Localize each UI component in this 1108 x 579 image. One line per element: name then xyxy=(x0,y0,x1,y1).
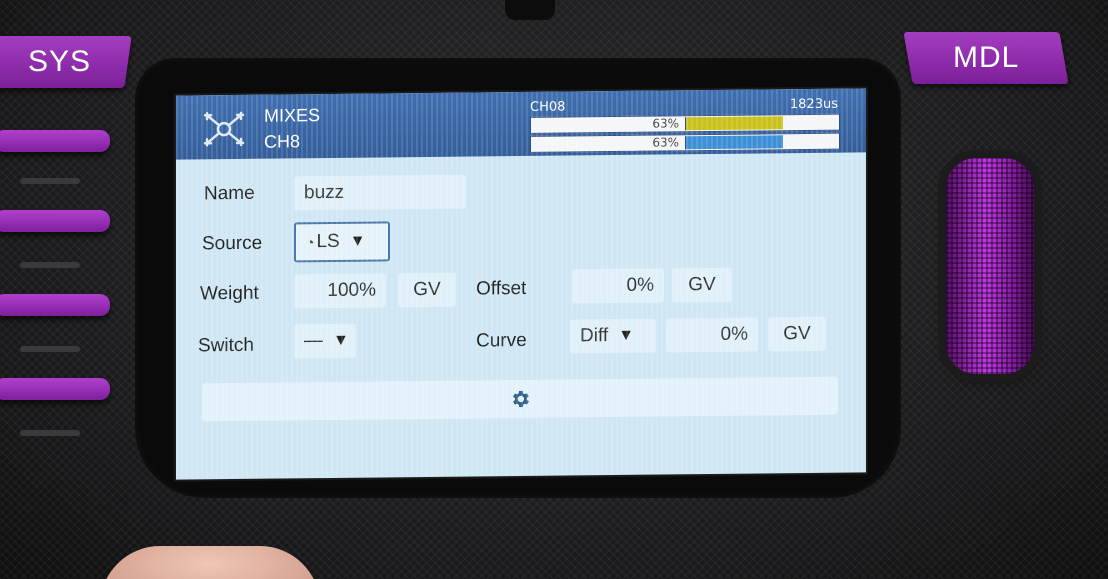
mdl-hardware-button[interactable]: MDL xyxy=(903,32,1069,84)
side-key-3-label xyxy=(20,346,80,352)
page-subtitle: CH8 xyxy=(264,131,301,152)
curve-gv-label: GV xyxy=(783,322,811,345)
curve-gv-button[interactable]: GV xyxy=(768,316,826,352)
screen-header: MIXES CH8 CH08 1823us 63% 63% xyxy=(176,88,866,160)
weight-gv-button[interactable]: GV xyxy=(398,272,456,308)
bar-2-percent: 63% xyxy=(652,135,679,150)
gear-icon xyxy=(513,390,529,408)
name-value: buzz xyxy=(304,181,345,204)
offset-value: 0% xyxy=(626,274,654,296)
bar-1-percent: 63% xyxy=(652,116,679,131)
advanced-settings-button[interactable] xyxy=(202,376,838,422)
side-key-4-label xyxy=(20,430,80,436)
mixer-logo-icon[interactable] xyxy=(194,103,254,156)
switch-select[interactable]: — ▼ xyxy=(294,323,356,359)
weight-field[interactable]: 100% xyxy=(294,273,386,309)
curve-type-select[interactable]: Diff ▼ xyxy=(570,318,656,354)
source-value: LS xyxy=(316,230,340,253)
chevron-down-icon: ▼ xyxy=(618,326,635,344)
side-key-1-label xyxy=(20,178,80,184)
bar-1-fill xyxy=(685,116,784,131)
switch-label: Switch xyxy=(198,334,254,357)
curve-value-field[interactable]: 0% xyxy=(666,317,758,353)
bar-2-fill xyxy=(685,135,784,150)
scroll-roller[interactable] xyxy=(946,158,1034,374)
lcd-screen: MIXES CH8 CH08 1823us 63% 63% Name buzz … xyxy=(176,88,866,480)
chevron-down-icon: ▼ xyxy=(333,331,349,349)
top-antenna xyxy=(505,0,555,20)
side-key-1[interactable] xyxy=(0,130,110,152)
chevron-down-icon: ▼ xyxy=(349,232,366,250)
logical-switch-icon: ◔ xyxy=(306,234,315,251)
offset-gv-button[interactable]: GV xyxy=(672,267,732,303)
sys-label: SYS xyxy=(28,45,92,78)
side-key-2[interactable] xyxy=(0,210,110,232)
offset-field[interactable]: 0% xyxy=(572,268,664,304)
side-key-3[interactable] xyxy=(0,294,110,316)
channel-output-bar: 63% xyxy=(530,113,840,134)
weight-value: 100% xyxy=(327,279,376,302)
sys-hardware-button[interactable]: SYS xyxy=(0,36,132,88)
side-key-2-label xyxy=(20,262,80,268)
switch-value: — xyxy=(304,330,323,352)
curve-label: Curve xyxy=(476,329,527,352)
weight-label: Weight xyxy=(200,282,259,305)
offset-gv-label: GV xyxy=(688,273,716,296)
mdl-label: MDL xyxy=(952,41,1020,74)
curve-type-value: Diff xyxy=(580,325,609,347)
source-select[interactable]: ◔ LS ▼ xyxy=(294,221,390,263)
finger xyxy=(100,546,320,579)
mix-output-bar: 63% xyxy=(530,132,840,153)
name-label: Name xyxy=(204,182,255,205)
side-key-4[interactable] xyxy=(0,378,110,400)
name-field[interactable]: buzz xyxy=(294,174,466,211)
curve-value: 0% xyxy=(720,323,748,345)
weight-gv-label: GV xyxy=(413,278,441,301)
offset-label: Offset xyxy=(476,277,527,300)
page-title: MIXES xyxy=(264,105,321,126)
channel-label: CH08 xyxy=(530,99,566,115)
source-label: Source xyxy=(202,232,263,255)
channel-value: 1823us xyxy=(789,96,838,113)
